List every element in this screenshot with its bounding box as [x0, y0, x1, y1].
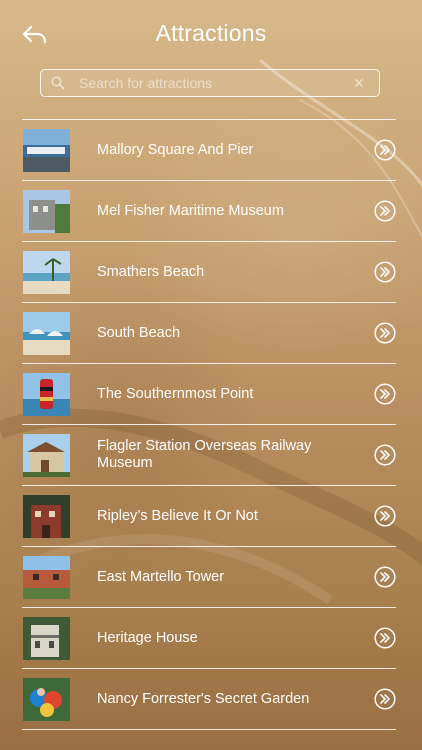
attraction-label: Mel Fisher Maritime Museum	[97, 202, 284, 219]
nav-header: Attractions	[0, 0, 422, 66]
search-icon	[51, 76, 65, 90]
thumbnail-image	[23, 250, 70, 294]
list-item[interactable]: Heritage House	[22, 608, 396, 669]
search-input[interactable]	[77, 74, 351, 92]
thumbnail-image	[23, 494, 70, 538]
double-chevron-right-icon[interactable]	[374, 566, 396, 588]
attraction-label: Smathers Beach	[97, 263, 205, 280]
list-item[interactable]: Nancy Forrester's Secret Garden	[22, 669, 396, 730]
list-item[interactable]: Mallory Square And Pier	[22, 120, 396, 181]
list-item[interactable]: South Beach	[22, 303, 396, 364]
double-chevron-right-icon[interactable]	[374, 627, 396, 649]
attractions-list: Mallory Square And Pier Mel Fisher Marit…	[22, 119, 396, 730]
double-chevron-right-icon[interactable]	[374, 688, 396, 710]
list-item[interactable]: Mel Fisher Maritime Museum	[22, 181, 396, 242]
double-chevron-right-icon[interactable]	[374, 139, 396, 161]
thumbnail-image	[23, 677, 70, 721]
search-bar: ✕	[40, 69, 380, 97]
attraction-label: Nancy Forrester's Secret Garden	[97, 690, 310, 707]
attraction-label: South Beach	[97, 324, 181, 341]
list-item[interactable]: The Southernmost Point	[22, 364, 396, 425]
list-item[interactable]: Smathers Beach	[22, 242, 396, 303]
attraction-label: Ripley’s Believe It Or Not	[97, 507, 258, 524]
double-chevron-right-icon[interactable]	[374, 383, 396, 405]
attraction-label: East Martello Tower	[97, 568, 225, 585]
thumbnail-image	[23, 433, 70, 477]
list-item[interactable]: East Martello Tower	[22, 547, 396, 608]
thumbnail-image	[23, 372, 70, 416]
list-item[interactable]: Ripley’s Believe It Or Not	[22, 486, 396, 547]
thumbnail-image	[23, 128, 70, 172]
double-chevron-right-icon[interactable]	[374, 261, 396, 283]
double-chevron-right-icon[interactable]	[374, 444, 396, 466]
attraction-label: The Southernmost Point	[97, 385, 254, 402]
thumbnail-image	[23, 311, 70, 355]
double-chevron-right-icon[interactable]	[374, 505, 396, 527]
thumbnail-image	[23, 616, 70, 660]
clear-icon[interactable]: ✕	[351, 75, 367, 91]
attraction-label: Flagler Station Overseas Railway Museum	[97, 438, 312, 471]
thumbnail-image	[23, 555, 70, 599]
double-chevron-right-icon[interactable]	[374, 200, 396, 222]
thumbnail-image	[23, 189, 70, 233]
attraction-label: Heritage House	[97, 629, 198, 646]
attraction-label: Mallory Square And Pier	[97, 141, 254, 158]
double-chevron-right-icon[interactable]	[374, 322, 396, 344]
list-item[interactable]: Flagler Station Overseas Railway Museum	[22, 425, 396, 486]
page-title: Attractions	[155, 20, 267, 46]
